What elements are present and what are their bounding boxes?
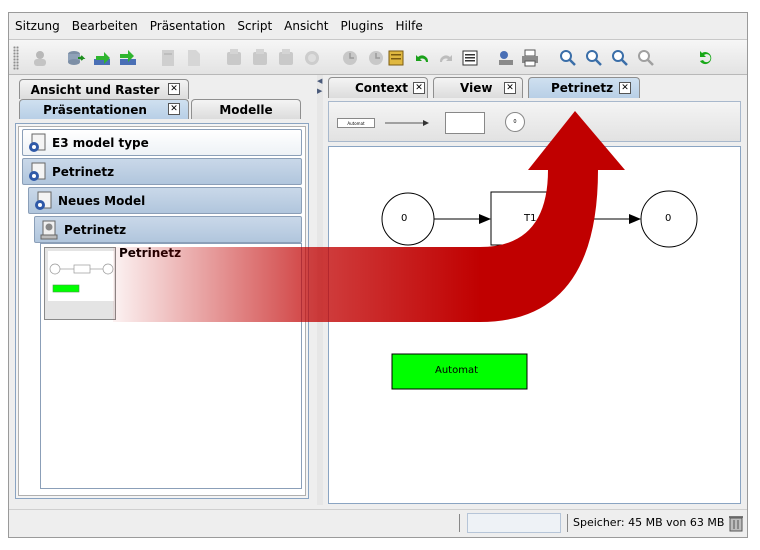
menu-praesentation[interactable]: Präsentation (150, 19, 226, 33)
component-icon[interactable] (275, 48, 297, 68)
tree-item-label: Neues Model (58, 193, 146, 208)
export-icon[interactable] (117, 48, 139, 68)
right-panel: Context ✕ View ✕ Petrinetz ✕ Automat 0 0… (323, 77, 747, 505)
place-left-token: 0 (401, 213, 408, 224)
toolbar (9, 39, 747, 75)
thumbnail-label: Petrinetz (119, 246, 182, 260)
tree-item-petrinetz[interactable]: Petrinetz (22, 158, 302, 185)
component-icon[interactable] (249, 48, 271, 68)
tab-ansicht-und-raster[interactable]: Ansicht und Raster ✕ (19, 79, 189, 99)
shape-palette: Automat 0 (328, 101, 741, 142)
document-icon[interactable] (157, 48, 179, 68)
clock-icon[interactable] (365, 48, 387, 68)
status-separator (567, 514, 568, 532)
thumbnail-preview (48, 251, 114, 301)
menu-script[interactable]: Script (237, 19, 272, 33)
model-node-icon (29, 162, 46, 181)
status-progress-field (467, 513, 561, 533)
zoom-icon[interactable] (583, 48, 605, 68)
palette-rectangle[interactable] (445, 112, 485, 134)
menu-bar: Sitzung Bearbeiten Präsentation Script A… (9, 13, 747, 39)
collapse-right-icon[interactable]: ▶ (317, 87, 322, 95)
collapse-left-icon[interactable]: ◀ (317, 77, 322, 85)
diagram-canvas[interactable]: 0 T1 0 Automat (328, 146, 741, 504)
tab-petrinetz-label: Petrinetz (551, 81, 614, 95)
application-window: Sitzung Bearbeiten Präsentation Script A… (8, 12, 748, 538)
tree-item-label: Petrinetz (64, 222, 127, 237)
menu-hilfe[interactable]: Hilfe (395, 19, 422, 33)
presentation-tree: E3 model type Petrinetz Neues Model Petr… (18, 126, 306, 496)
tab-context-label: Context (355, 81, 408, 95)
status-separator (459, 514, 460, 532)
presentation-tree-pane: E3 model type Petrinetz Neues Model Petr… (15, 123, 309, 499)
toolbar-grip[interactable] (13, 46, 19, 70)
redo-icon[interactable] (435, 48, 457, 68)
globe-icon[interactable] (301, 48, 323, 68)
menu-plugins[interactable]: Plugins (340, 19, 383, 33)
menu-sitzung[interactable]: Sitzung (15, 19, 60, 33)
close-icon[interactable]: ✕ (413, 82, 425, 94)
zoom-out-icon[interactable] (609, 48, 631, 68)
place-right-token: 0 (665, 213, 672, 224)
zoom-fit-icon[interactable] (635, 48, 657, 68)
automat-label: Automat (435, 365, 479, 376)
close-icon[interactable]: ✕ (168, 103, 180, 115)
tree-item-e3-model-type[interactable]: E3 model type (22, 129, 302, 156)
left-panel: Ansicht und Raster ✕ Präsentationen ✕ Mo… (11, 79, 314, 499)
tab-petrinetz[interactable]: Petrinetz ✕ (528, 77, 640, 98)
tab-context[interactable]: Context ✕ (328, 77, 428, 98)
agent-icon[interactable] (29, 48, 51, 68)
presentation-thumbnail[interactable] (44, 247, 116, 320)
tab-praesentationen-label: Präsentationen (43, 102, 147, 117)
tree-item-label: E3 model type (52, 135, 149, 150)
model-node-icon (29, 133, 46, 152)
refresh-icon[interactable] (695, 48, 717, 68)
presentation-node-icon (40, 220, 58, 239)
place-left[interactable] (381, 192, 435, 246)
tree-item-neues-model[interactable]: Neues Model (28, 187, 302, 214)
tree-item-label: Petrinetz (52, 164, 115, 179)
printer-icon[interactable] (519, 48, 541, 68)
menu-bearbeiten[interactable]: Bearbeiten (72, 19, 138, 33)
tab-modelle-label: Modelle (219, 102, 273, 117)
close-icon[interactable]: ✕ (619, 82, 631, 94)
component-icon[interactable] (223, 48, 245, 68)
arrowhead (629, 214, 641, 224)
palette-arrow-icon[interactable] (383, 114, 433, 132)
palette-place[interactable]: 0 (505, 112, 525, 132)
undo-icon[interactable] (411, 48, 433, 68)
import-icon[interactable] (91, 48, 113, 68)
transition-label: T1 (524, 213, 537, 224)
zoom-in-icon[interactable] (557, 48, 579, 68)
certificate-icon[interactable] (385, 48, 407, 68)
petri-net-diagram (381, 190, 698, 390)
tree-item-petrinetz-child[interactable]: Petrinetz (34, 216, 302, 243)
database-export-icon[interactable] (65, 48, 87, 68)
model-node-icon (35, 191, 52, 210)
blank-document-icon[interactable] (183, 48, 205, 68)
clock-icon[interactable] (339, 48, 361, 68)
arrowhead (479, 214, 491, 224)
tab-modelle[interactable]: Modelle (191, 99, 301, 119)
tab-view[interactable]: View ✕ (433, 77, 523, 98)
presentation-content: Petrinetz (40, 243, 302, 489)
tab-praesentationen[interactable]: Präsentationen ✕ (19, 99, 189, 119)
close-icon[interactable]: ✕ (504, 82, 516, 94)
close-icon[interactable]: ✕ (168, 83, 180, 95)
trash-icon[interactable] (727, 513, 745, 533)
status-bar: Speicher: 45 MB von 63 MB (9, 509, 747, 537)
tab-view-label: View (460, 81, 493, 95)
palette-automat[interactable]: Automat (337, 118, 375, 128)
network-icon[interactable] (495, 48, 517, 68)
memory-status: Speicher: 45 MB von 63 MB (573, 516, 725, 529)
list-icon[interactable] (459, 48, 481, 68)
tab-ansicht-und-raster-label: Ansicht und Raster (30, 82, 160, 97)
menu-ansicht[interactable]: Ansicht (284, 19, 328, 33)
